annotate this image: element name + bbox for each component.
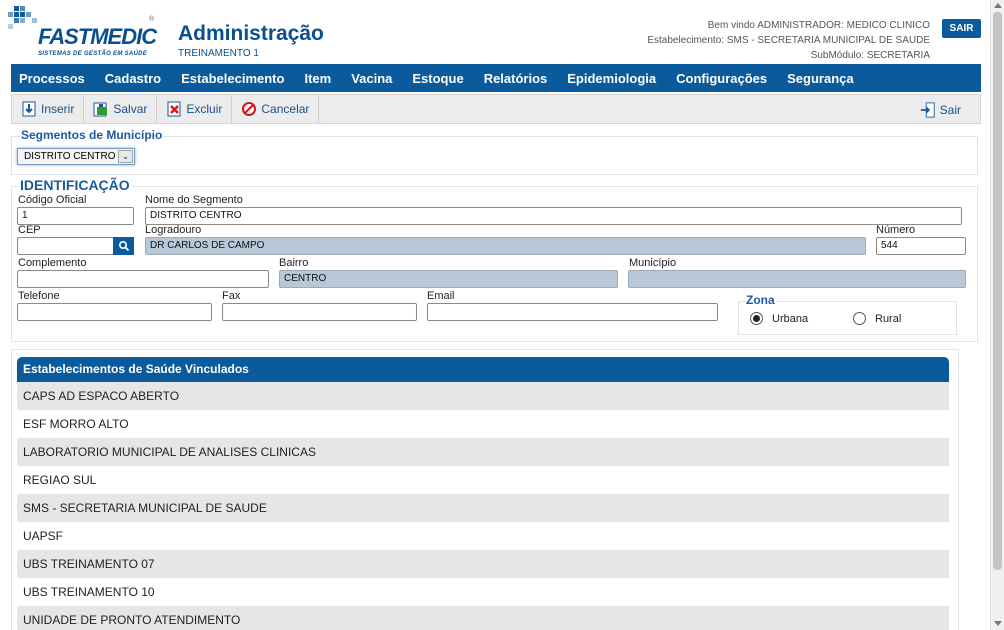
bairro-label: Bairro (279, 257, 309, 269)
identification-legend: IDENTIFICAÇÃO (19, 177, 131, 193)
logo-registered-mark: ® (149, 16, 155, 23)
save-button[interactable]: Salvar (84, 95, 158, 123)
email-input[interactable] (427, 303, 718, 321)
page-subtitle: TREINAMENTO 1 (178, 48, 259, 59)
fax-label: Fax (222, 290, 241, 302)
municipio-label: Município (629, 257, 677, 269)
nome-input[interactable]: DISTRITO CENTRO (145, 207, 962, 225)
menu-item-relatorios[interactable]: Relatórios (484, 71, 548, 86)
list-item[interactable]: UBS TREINAMENTO 10 (17, 578, 949, 606)
logout-button[interactable]: SAIR (942, 19, 981, 38)
action-toolbar: Inserir Salvar Excluir Cancelar Sair (11, 94, 981, 124)
logradouro-label: Logradouro (145, 224, 202, 236)
list-item[interactable]: UNIDADE DE PRONTO ATENDIMENTO (17, 606, 949, 630)
menu-item-epidemiologia[interactable]: Epidemiologia (567, 71, 656, 86)
list-item[interactable]: UAPSF (17, 522, 949, 550)
establishments-header: Estabelecimentos de Saúde Vinculados (17, 357, 949, 382)
establishment-text: Estabelecimento: SMS - SECRETARIA MUNICI… (647, 35, 930, 46)
segment-select[interactable]: DISTRITO CENTRO ⌄ (17, 148, 135, 165)
exit-icon (920, 102, 936, 118)
search-icon (118, 240, 129, 252)
menu-item-estabelecimento[interactable]: Estabelecimento (181, 71, 284, 86)
insert-icon (21, 101, 37, 117)
save-icon (93, 101, 109, 117)
logo-wordmark: FASTMEDIC (38, 24, 157, 49)
bairro-input: CENTRO (279, 270, 618, 288)
delete-icon (166, 101, 182, 117)
complemento-input[interactable] (17, 270, 269, 288)
scroll-up-arrow-icon[interactable] (994, 3, 1002, 8)
telefone-label: Telefone (18, 290, 60, 302)
cancel-button[interactable]: Cancelar (232, 95, 320, 123)
segment-selected-value: DISTRITO CENTRO (24, 151, 116, 162)
complemento-label: Complemento (18, 257, 87, 269)
menu-item-cadastro[interactable]: Cadastro (105, 71, 161, 86)
page: FASTMEDIC ® SISTEMAS DE GESTÃO EM SAÚDE … (0, 0, 1004, 630)
exit-button[interactable]: Sair (911, 96, 970, 124)
insert-button[interactable]: Inserir (12, 95, 85, 123)
cep-input[interactable] (17, 237, 114, 255)
chevron-down-icon[interactable]: ⌄ (118, 150, 133, 163)
list-item[interactable]: LABORATORIO MUNICIPAL DE ANALISES CLINIC… (17, 438, 949, 466)
delete-label: Excluir (186, 102, 223, 116)
zona-urbana-radio[interactable] (750, 312, 763, 325)
zona-rural-label: Rural (875, 313, 902, 325)
menu-item-seguranca[interactable]: Segurança (787, 71, 853, 86)
zona-urbana-label: Urbana (772, 313, 809, 325)
insert-label: Inserir (41, 102, 75, 116)
list-item[interactable]: UBS TREINAMENTO 07 (17, 550, 949, 578)
menu-item-configuracoes[interactable]: Configurações (676, 71, 767, 86)
welcome-text: Bem vindo ADMINISTRADOR: MEDICO CLINICO (707, 20, 930, 31)
main-menu: Processos Cadastro Estabelecimento Item … (11, 64, 981, 92)
page-title: Administração (178, 22, 324, 45)
menu-item-item[interactable]: Item (304, 71, 331, 86)
cancel-icon (241, 101, 257, 117)
codigo-label: Código Oficial (18, 194, 87, 206)
municipio-input (628, 270, 966, 288)
menu-item-vacina[interactable]: Vacina (351, 71, 392, 86)
list-item[interactable]: CAPS AD ESPACO ABERTO (17, 382, 949, 410)
logo-cross-icon (8, 6, 37, 29)
fax-input[interactable] (222, 303, 417, 321)
numero-input[interactable]: 544 (876, 237, 966, 255)
cep-label: CEP (18, 224, 41, 236)
logradouro-input: DR CARLOS DE CAMPO (145, 237, 866, 255)
user-info: Bem vindo ADMINISTRADOR: MEDICO CLINICO … (647, 18, 930, 63)
menu-item-processos[interactable]: Processos (19, 71, 85, 86)
nome-label: Nome do Segmento (145, 194, 243, 206)
zona-legend: Zona (745, 293, 776, 307)
cep-search-button[interactable] (113, 237, 134, 255)
segment-legend: Segmentos de Município (20, 128, 164, 142)
telefone-input[interactable] (17, 303, 212, 321)
scroll-down-arrow-icon[interactable] (994, 621, 1002, 626)
list-item[interactable]: ESF MORRO ALTO (17, 410, 949, 438)
logo-tagline: SISTEMAS DE GESTÃO EM SAÚDE (38, 51, 148, 57)
list-item[interactable]: REGIAO SUL (17, 466, 949, 494)
numero-label: Número (876, 224, 916, 236)
establishments-list: CAPS AD ESPACO ABERTO ESF MORRO ALTO LAB… (17, 382, 949, 630)
submodule-text: SubMódulo: SECRETARIA (810, 50, 930, 61)
codigo-input[interactable]: 1 (17, 207, 134, 225)
list-item[interactable]: SMS - SECRETARIA MUNICIPAL DE SAUDE (17, 494, 949, 522)
app-header: FASTMEDIC ® SISTEMAS DE GESTÃO EM SAÚDE … (0, 0, 990, 64)
delete-button[interactable]: Excluir (157, 95, 233, 123)
save-label: Salvar (113, 102, 148, 116)
scrollbar-thumb[interactable] (993, 12, 1002, 570)
page-scrollbar[interactable] (990, 0, 1004, 630)
email-label: Email (427, 290, 455, 302)
cancel-label: Cancelar (261, 102, 310, 116)
menu-item-estoque[interactable]: Estoque (412, 71, 463, 86)
fastmedic-logo[interactable]: FASTMEDIC ® SISTEMAS DE GESTÃO EM SAÚDE (8, 4, 158, 60)
zona-rural-radio[interactable] (853, 312, 866, 325)
exit-label: Sair (939, 103, 961, 117)
